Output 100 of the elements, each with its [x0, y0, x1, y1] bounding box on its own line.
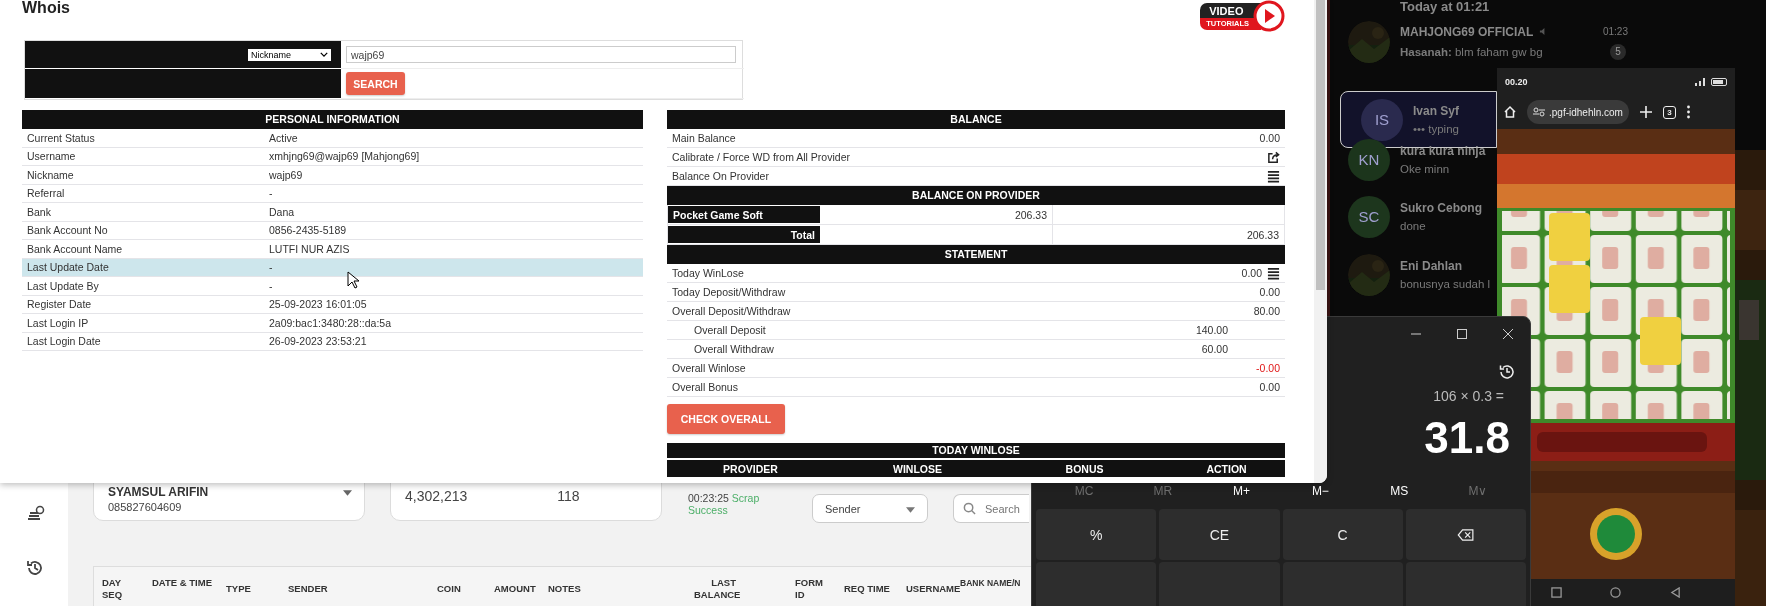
status-text: 00:23:25 Scrap Success — [688, 492, 761, 516]
search-by-select[interactable]: Sender — [812, 494, 928, 523]
dialog-title: Whois — [22, 0, 70, 18]
field-label: Current Status — [27, 131, 96, 144]
field-label: Overall Withdraw — [694, 343, 775, 355]
field-value: 2a09:bac1:3480:28::da:5a — [269, 316, 392, 329]
history-icon[interactable] — [25, 558, 45, 578]
recents-icon[interactable] — [1551, 587, 1563, 598]
field-label: Last Login Date — [27, 335, 102, 348]
customer-name: SYAMSUL ARIFIN — [108, 485, 209, 499]
field-value: 25-09-2023 16:01:05 — [269, 298, 367, 311]
field-value: 26-09-2023 23:53:21 — [269, 335, 367, 348]
field-value: xmhjng69@wajp69 [Mahjong69] — [269, 150, 420, 163]
contact-name: Eni Dahlan — [1400, 259, 1462, 273]
message-time: 01:23 — [1602, 26, 1628, 37]
customer-phone: 085827604609 — [108, 501, 183, 513]
field-label: Balance On Provider — [672, 170, 770, 182]
field-value: 140.00 — [1195, 324, 1229, 336]
field-value: Dana — [269, 205, 295, 218]
field-label: Overall Deposit — [694, 324, 767, 336]
conversation-item[interactable]: MAHJONG69 OFFICIAL 01:23 Hasanah: blm faham gw bg 5 — [1340, 17, 1740, 67]
list-icon[interactable] — [1267, 266, 1280, 280]
field-label: Last Login IP — [27, 316, 90, 329]
avatar: IS — [1361, 98, 1403, 141]
field-label: Username — [27, 150, 77, 163]
more-icon[interactable] — [1685, 105, 1691, 119]
field-label: Nickname — [27, 168, 75, 181]
backspace-icon — [1456, 528, 1475, 541]
field-select[interactable]: Nickname — [248, 48, 331, 61]
field-value: - — [269, 187, 273, 200]
section-header: PERSONAL INFORMATION — [22, 110, 643, 129]
field-value: - — [269, 261, 273, 274]
avatar: SC — [1348, 195, 1390, 238]
field-label: Overall Winlose — [672, 362, 747, 374]
total-amount: 206.33 — [1245, 227, 1280, 243]
field-value: 0.00 — [1241, 267, 1263, 279]
tab-count[interactable]: 3 — [1662, 105, 1676, 119]
field-label: Bank Account Name — [27, 242, 124, 255]
search-icon — [963, 502, 976, 515]
field-value: - — [269, 279, 273, 292]
search-input[interactable]: wajp69 — [346, 46, 736, 63]
field-label: Register Date — [27, 298, 93, 311]
column-header: DATE & TIME — [152, 577, 212, 589]
memory-button[interactable]: MS — [1369, 478, 1430, 504]
calculator-expression: 106 × 0.3 = — [1433, 388, 1504, 405]
add-icon[interactable] — [1638, 105, 1653, 119]
section-header: TODAY WINLOSE — [667, 443, 1285, 458]
column-header: WINLOSE — [892, 462, 944, 475]
address-bar[interactable]: .pgf-idhehln.com — [1527, 100, 1629, 124]
total-label: Total — [668, 226, 820, 243]
caret-icon — [906, 507, 915, 513]
field-value: 80.00 — [1253, 305, 1281, 317]
signal-icon — [1695, 77, 1705, 86]
field-value: wajp69 — [269, 168, 303, 181]
field-label: Today Deposit/Withdraw — [672, 286, 787, 298]
list-icon[interactable] — [1267, 169, 1280, 183]
column-header: NOTES — [548, 583, 581, 595]
field-label: Last Update By — [27, 279, 100, 292]
message-time: Today at 01:21 — [1400, 0, 1490, 14]
field-value: 0.00 — [1259, 381, 1281, 393]
field-label: Referral — [27, 187, 66, 200]
conversation-item[interactable]: SC Sukro Cebong done — [1340, 188, 1497, 245]
contact-name: Sukro Cebong — [1400, 201, 1482, 215]
section-header: BALANCE ON PROVIDER — [667, 186, 1285, 205]
provider-name: Pocket Game Soft — [668, 206, 820, 223]
back-icon[interactable] — [1669, 587, 1681, 598]
column-header: BANK NAME/N — [960, 577, 1021, 588]
column-header: SENDER — [288, 583, 328, 595]
field-value: 0856-2435-5189 — [269, 224, 347, 237]
section-header: BALANCE — [667, 110, 1285, 129]
field-label: Last Update Date — [27, 261, 110, 274]
field-value: -0.00 — [1256, 362, 1281, 374]
calculator-key[interactable]: C — [1282, 509, 1403, 560]
cursor-icon — [347, 271, 359, 289]
avatar: KN — [1348, 138, 1390, 181]
field-value: 0.00 — [1259, 286, 1281, 298]
column-header: COIN — [437, 583, 461, 595]
stat-value: 118 — [557, 488, 580, 504]
chevron-icon — [320, 52, 328, 57]
calculator-result: 31.8 — [1424, 414, 1510, 463]
maximize-icon[interactable] — [1456, 327, 1468, 340]
message-preview: bonusnya sudah l — [1400, 278, 1491, 290]
search-field[interactable]: Search — [953, 494, 1029, 523]
memory-button[interactable]: M+ — [1211, 478, 1272, 504]
message-preview: Hasanah: blm faham gw bg — [1400, 45, 1543, 58]
field-label: Bank Account No — [27, 224, 109, 237]
field-label: Today WinLose — [672, 267, 745, 279]
field-value: 60.00 — [1201, 343, 1229, 355]
field-label: Overall Bonus — [672, 381, 739, 393]
column-header: ACTION — [1205, 462, 1248, 475]
calculator-key[interactable]: % — [1036, 509, 1157, 560]
caret-icon — [343, 490, 352, 496]
calculator-key[interactable]: CE — [1159, 509, 1280, 560]
column-header: BONUS — [1064, 462, 1105, 475]
scrollbar[interactable] — [1314, 0, 1327, 483]
column-header: PROVIDER — [722, 462, 779, 475]
share-icon[interactable] — [1267, 150, 1280, 164]
phone-time: 00.20 — [1505, 76, 1528, 87]
memory-button[interactable]: M− — [1290, 478, 1351, 504]
conversation-item[interactable]: Eni Dahlan bonusnya sudah l — [1340, 246, 1497, 303]
